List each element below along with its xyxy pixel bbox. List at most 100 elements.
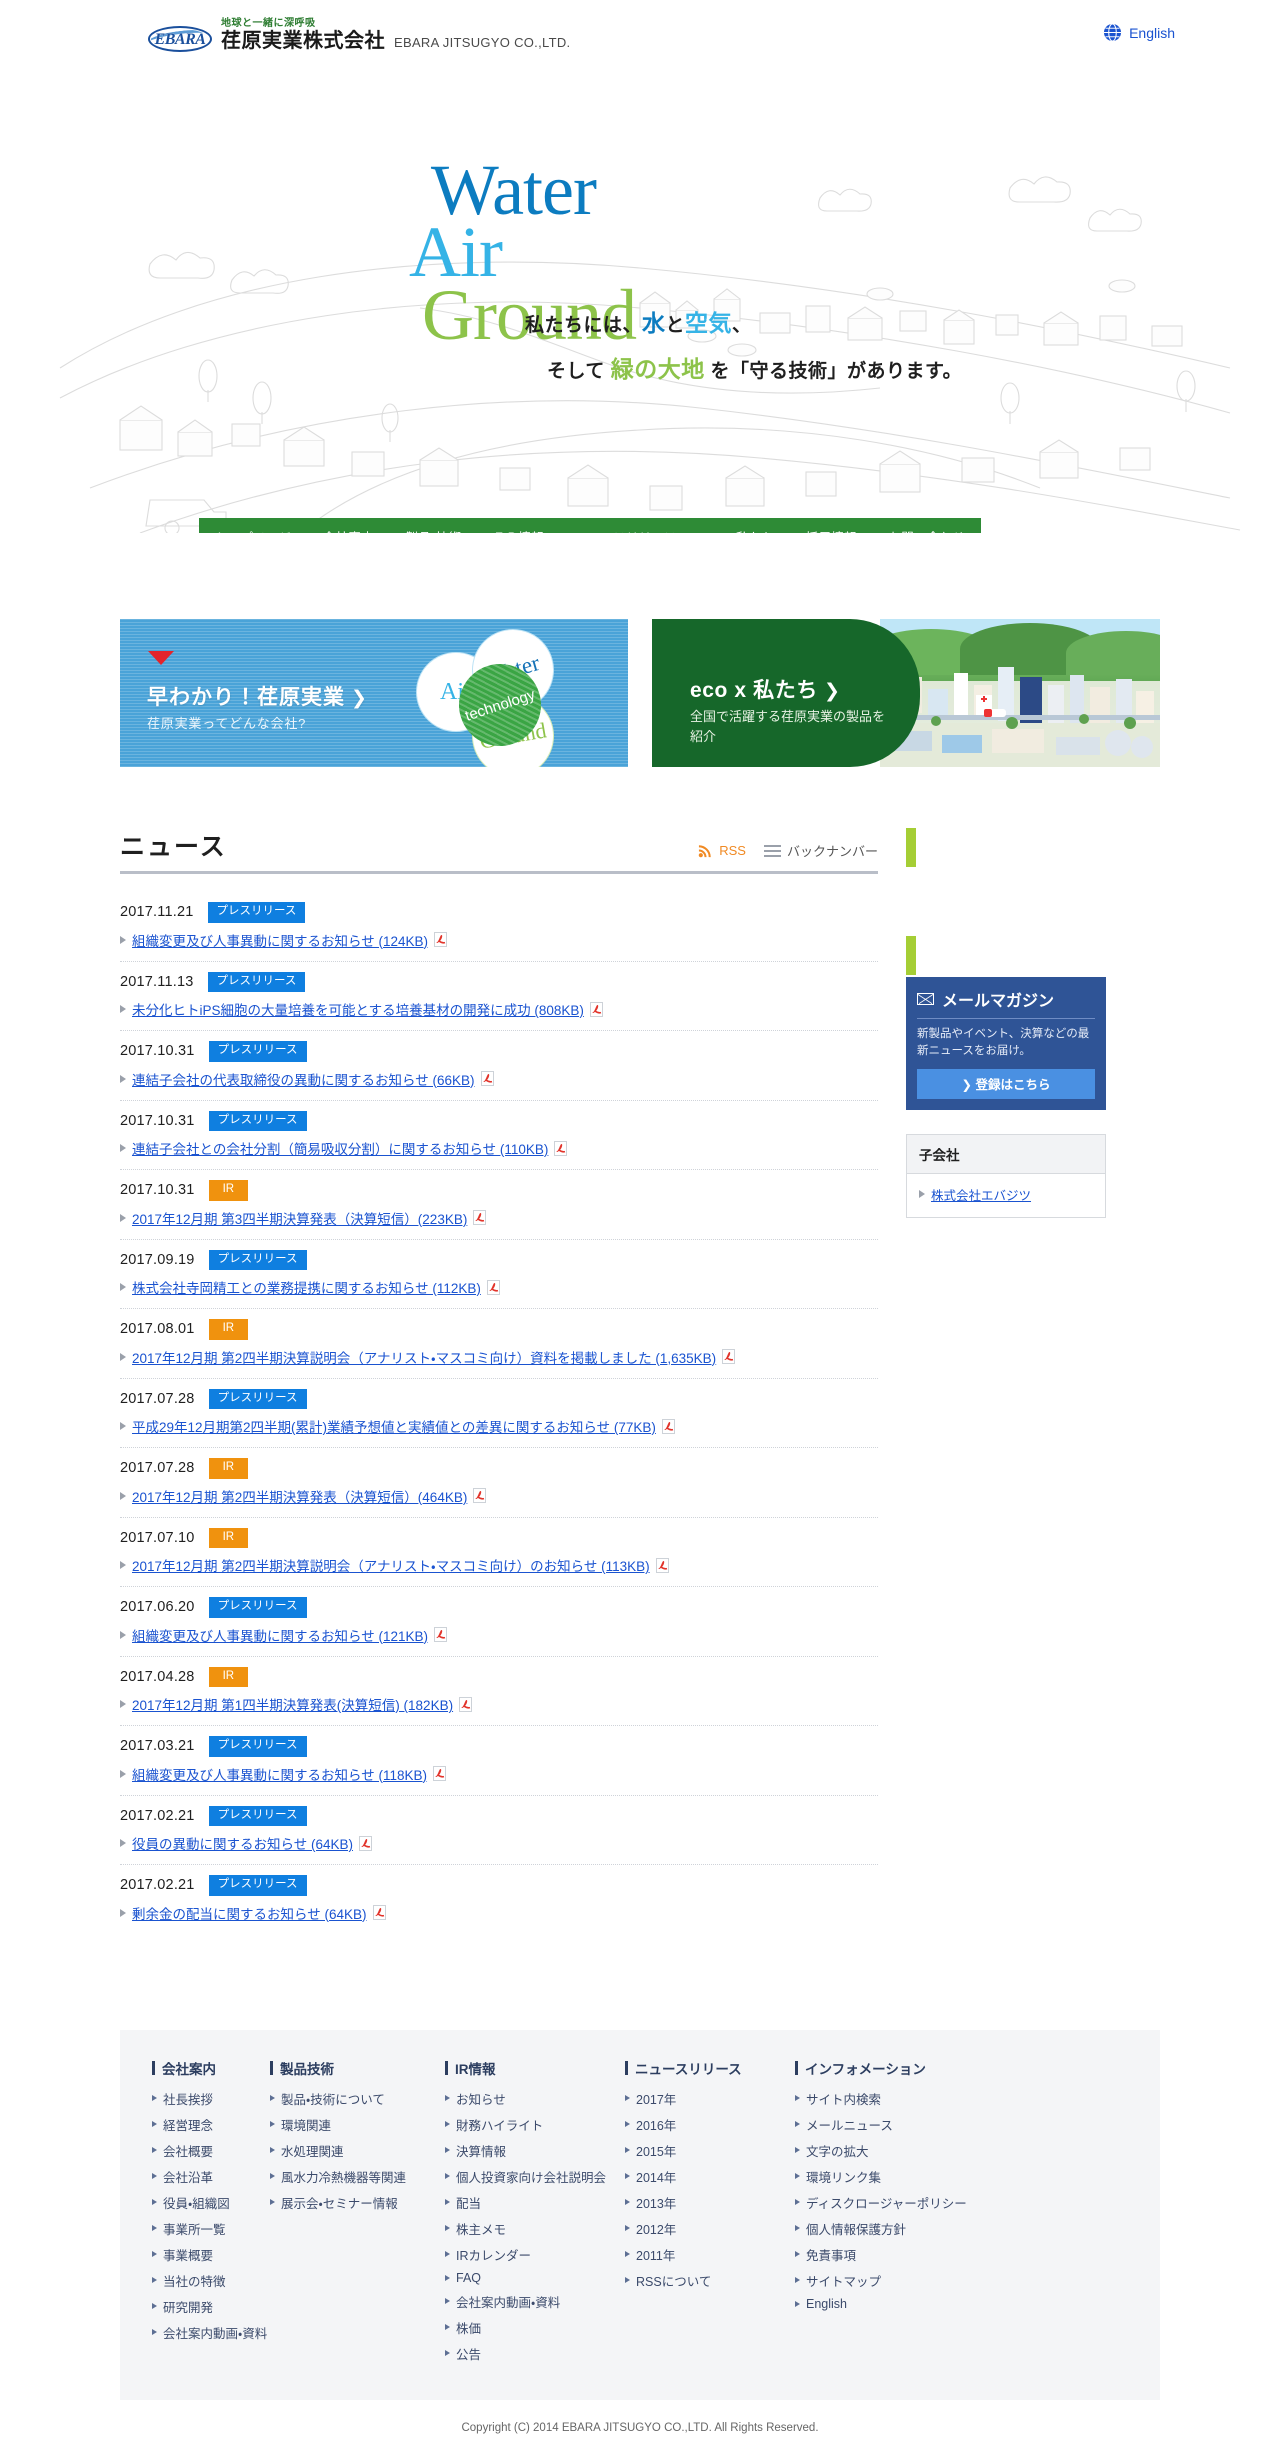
news-link-row[interactable]: 組織変更及び人事異動に関するお知らせ (118KB) <box>120 1764 878 1784</box>
footer-link-row[interactable]: お知らせ <box>445 2089 625 2108</box>
news-link-row[interactable]: 組織変更及び人事異動に関するお知らせ (124KB) <box>120 930 878 950</box>
footer-link[interactable]: 文字の拡大 <box>806 2141 869 2160</box>
backnumber-link[interactable]: バックナンバー <box>763 841 878 860</box>
news-link-row[interactable]: 剰余金の配当に関するお知らせ (64KB) <box>120 1903 878 1923</box>
footer-link[interactable]: 2012年 <box>636 2219 676 2238</box>
footer-link[interactable]: 研究開発 <box>163 2297 213 2316</box>
footer-link[interactable]: メールニュース <box>806 2115 893 2134</box>
news-link[interactable]: 組織変更及び人事異動に関するお知らせ (124KB) <box>132 930 428 950</box>
nav-item-contact[interactable]: お問い合わせ <box>873 527 981 534</box>
footer-link-row[interactable]: 製品・技術について <box>270 2089 445 2108</box>
footer-link-row[interactable]: 研究開発 <box>152 2297 270 2316</box>
footer-link-row[interactable]: 公告 <box>445 2344 625 2363</box>
news-link[interactable]: 平成29年12月期第2四半期(累計)業績予想値と実績値との差異に関するお知らせ … <box>132 1416 656 1436</box>
footer-link-row[interactable]: 2011年 <box>625 2245 795 2264</box>
rss-link[interactable]: RSS <box>698 843 746 858</box>
footer-link-row[interactable]: 個人投資家向け会社説明会 <box>445 2167 625 2186</box>
nav-item-news[interactable]: ニュースリリース <box>560 527 693 534</box>
footer-link-row[interactable]: 2013年 <box>625 2193 795 2212</box>
footer-link[interactable]: 会社概要 <box>163 2141 213 2160</box>
news-link-row[interactable]: 役員の異動に関するお知らせ (64KB) <box>120 1833 878 1853</box>
footer-link-row[interactable]: サイトマップ <box>795 2271 1025 2290</box>
footer-link[interactable]: 2017年 <box>636 2089 676 2108</box>
footer-link-row[interactable]: 事業概要 <box>152 2245 270 2264</box>
news-link[interactable]: 2017年12月期 第3四半期決算発表（決算短信）(223KB) <box>132 1208 467 1228</box>
footer-link[interactable]: 事業所一覧 <box>163 2219 226 2238</box>
footer-link[interactable]: 2014年 <box>636 2167 676 2186</box>
footer-link-row[interactable]: 水処理関連 <box>270 2141 445 2160</box>
news-link[interactable]: 組織変更及び人事異動に関するお知らせ (118KB) <box>132 1764 427 1784</box>
footer-link[interactable]: 会社案内動画・資料 <box>456 2292 560 2311</box>
footer-link[interactable]: 当社の特徴 <box>163 2271 226 2290</box>
footer-link[interactable]: 環境リンク集 <box>806 2167 881 2186</box>
nav-item-eco[interactable]: ecox私たち <box>692 527 790 534</box>
footer-link[interactable]: 2013年 <box>636 2193 676 2212</box>
footer-link-row[interactable]: 株主メモ <box>445 2219 625 2238</box>
banner-hayawakari[interactable]: 早わかり！荏原実業❯ 荏原実業ってどんな会社? Air Water Ground… <box>120 619 628 767</box>
schedule-button[interactable]: ❯ スケジュールはこちら <box>906 915 1106 947</box>
footer-link[interactable]: 社長挨拶 <box>163 2089 213 2108</box>
news-link-row[interactable]: 連結子会社との会社分割（簡易吸収分割）に関するお知らせ (110KB) <box>120 1138 878 1158</box>
footer-link-row[interactable]: 当社の特徴 <box>152 2271 270 2290</box>
news-link[interactable]: 役員の異動に関するお知らせ (64KB) <box>132 1833 353 1853</box>
nav-item-top[interactable]: トップページ <box>199 527 307 534</box>
news-link[interactable]: 連結子会社の代表取締役の異動に関するお知らせ (66KB) <box>132 1069 475 1089</box>
footer-link[interactable]: 役員・組織図 <box>163 2193 230 2212</box>
footer-link[interactable]: 免責事項 <box>806 2245 856 2264</box>
footer-link[interactable]: FAQ <box>456 2271 481 2285</box>
footer-link[interactable]: 展示会・セミナー情報 <box>281 2193 398 2212</box>
news-link[interactable]: 2017年12月期 第2四半期決算説明会（アナリスト・マスコミ向け）資料を掲載し… <box>132 1347 716 1367</box>
subsidiary-link[interactable]: 株式会社エバジツ <box>931 1185 1031 1204</box>
footer-link[interactable]: 決算情報 <box>456 2141 506 2160</box>
site-logo[interactable]: EBARA 地球と一緒に深呼吸 荏原実業株式会社 EBARA JITSUGYO … <box>148 18 570 52</box>
footer-link-row[interactable]: 環境リンク集 <box>795 2167 1025 2186</box>
footer-link-row[interactable]: 経営理念 <box>152 2115 270 2134</box>
footer-link[interactable]: 公告 <box>456 2344 481 2363</box>
news-link[interactable]: 2017年12月期 第2四半期決算発表（決算短信）(464KB) <box>132 1486 467 1506</box>
footer-link-row[interactable]: 財務ハイライト <box>445 2115 625 2134</box>
footer-link-row[interactable]: ディスクロージャーポリシー <box>795 2193 1025 2212</box>
footer-link-row[interactable]: 決算情報 <box>445 2141 625 2160</box>
footer-link-row[interactable]: サイト内検索 <box>795 2089 1025 2108</box>
footer-link-row[interactable]: FAQ <box>445 2271 625 2285</box>
news-link[interactable]: 剰余金の配当に関するお知らせ (64KB) <box>132 1903 367 1923</box>
footer-link-row[interactable]: 免責事項 <box>795 2245 1025 2264</box>
footer-link-row[interactable]: 会社案内動画・資料 <box>152 2323 270 2342</box>
footer-link[interactable]: IRカレンダー <box>456 2245 531 2264</box>
nav-item-recruit[interactable]: 採用情報 <box>790 527 873 534</box>
footer-link-row[interactable]: 風水力冷熱機器等関連 <box>270 2167 445 2186</box>
news-link-row[interactable]: 2017年12月期 第3四半期決算発表（決算短信）(223KB) <box>120 1208 878 1228</box>
news-link[interactable]: 連結子会社との会社分割（簡易吸収分割）に関するお知らせ (110KB) <box>132 1138 548 1158</box>
footer-link-row[interactable]: RSSについて <box>625 2271 795 2290</box>
footer-link[interactable]: 個人投資家向け会社説明会 <box>456 2167 606 2186</box>
footer-link[interactable]: 株価 <box>456 2318 481 2337</box>
footer-link[interactable]: 2016年 <box>636 2115 676 2134</box>
footer-link[interactable]: ディスクロージャーポリシー <box>806 2193 967 2212</box>
news-link[interactable]: 2017年12月期 第2四半期決算説明会（アナリスト・マスコミ向け）のお知らせ … <box>132 1555 650 1575</box>
footer-link-row[interactable]: 会社案内動画・資料 <box>445 2292 625 2311</box>
footer-link-row[interactable]: IRカレンダー <box>445 2245 625 2264</box>
footer-link-row[interactable]: 2016年 <box>625 2115 795 2134</box>
news-link-row[interactable]: 連結子会社の代表取締役の異動に関するお知らせ (66KB) <box>120 1069 878 1089</box>
banner-eco[interactable]: eco x 私たち ❯ 全国で活躍する荏原実業の製品を紹介 <box>652 619 1160 767</box>
news-link-row[interactable]: 株式会社寺岡精工との業務提携に関するお知らせ (112KB) <box>120 1277 878 1297</box>
footer-link-row[interactable]: 社長挨拶 <box>152 2089 270 2108</box>
footer-link[interactable]: English <box>806 2297 847 2311</box>
footer-link-row[interactable]: 2017年 <box>625 2089 795 2108</box>
nav-item-company[interactable]: 会社案内 <box>307 527 390 534</box>
subsidiary-link-row[interactable]: 株式会社エバジツ <box>919 1185 1093 1204</box>
footer-link-row[interactable]: 配当 <box>445 2193 625 2212</box>
footer-link-row[interactable]: 会社概要 <box>152 2141 270 2160</box>
news-link[interactable]: 未分化ヒトiPS細胞の大量培養を可能とする培養基材の開発に成功 (808KB) <box>132 999 584 1019</box>
footer-link-row[interactable]: 事業所一覧 <box>152 2219 270 2238</box>
footer-link-row[interactable]: 株価 <box>445 2318 625 2337</box>
exhibition-seminar-card[interactable]: 展示会情報 セミナー情報 ❯ スケジュールはこちら <box>906 828 1106 975</box>
news-link-row[interactable]: 組織変更及び人事異動に関するお知らせ (121KB) <box>120 1625 878 1645</box>
nav-item-products[interactable]: 製品・技術 <box>390 527 477 534</box>
footer-link-row[interactable]: 役員・組織図 <box>152 2193 270 2212</box>
news-link-row[interactable]: 2017年12月期 第2四半期決算説明会（アナリスト・マスコミ向け）のお知らせ … <box>120 1555 878 1575</box>
nav-item-ir[interactable]: ＩＲ情報 <box>477 527 560 534</box>
footer-link[interactable]: RSSについて <box>636 2271 711 2290</box>
english-language-link[interactable]: English <box>1103 23 1175 42</box>
news-link-row[interactable]: 未分化ヒトiPS細胞の大量培養を可能とする培養基材の開発に成功 (808KB) <box>120 999 878 1019</box>
